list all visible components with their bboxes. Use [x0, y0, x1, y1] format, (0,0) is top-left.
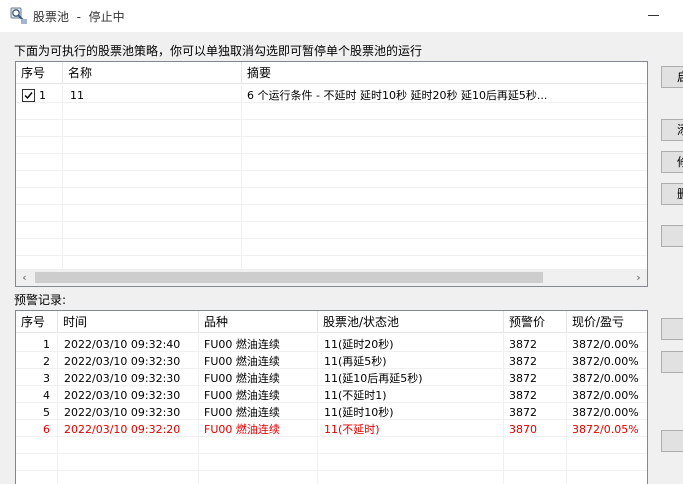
- row-alert-price: 3872: [509, 406, 537, 419]
- row-price-pnl: 3872/0.00%: [572, 389, 639, 402]
- row-symbol: FU00 燃油连续: [204, 355, 280, 368]
- row-symbol: FU00 燃油连续: [204, 406, 280, 419]
- row-alert-price: 3872: [509, 389, 537, 402]
- instruction-text: 下面为可执行的股票池策略，你可以单独取消勾选即可暂停单个股票池的运行: [14, 44, 423, 58]
- row-index: 3: [43, 372, 50, 385]
- row-price-pnl: 3872/0.00%: [572, 406, 639, 419]
- row-price-pnl: 3872/0.05%: [572, 423, 639, 436]
- row-pool: 11(延时20秒): [324, 338, 394, 351]
- scrollbar-thumb[interactable]: [35, 272, 543, 283]
- horizontal-scrollbar[interactable]: ‹ ›: [16, 269, 647, 286]
- row-pool: 11(不延时): [324, 423, 380, 436]
- row-index: 1: [43, 338, 50, 351]
- row-symbol: FU00 燃油连续: [204, 372, 280, 385]
- side-button-8[interactable]: [661, 430, 683, 452]
- row-index: 4: [43, 389, 50, 402]
- row-time: 2022/03/10 09:32:30: [64, 372, 181, 385]
- chevron-right-icon[interactable]: ›: [630, 269, 647, 286]
- side-button-7[interactable]: [661, 351, 683, 373]
- side-button-6[interactable]: [661, 318, 683, 340]
- row-price-pnl: 3872/0.00%: [572, 338, 639, 351]
- row-pool: 11(延10后再延5秒): [324, 372, 423, 385]
- row-price-pnl: 3872/0.00%: [572, 355, 639, 368]
- row-checkbox[interactable]: [22, 89, 35, 102]
- magnifier-stock-icon: [10, 7, 27, 24]
- row-time: 2022/03/10 09:32:30: [64, 406, 181, 419]
- column-header-symbol[interactable]: 品种: [199, 311, 318, 333]
- row-pool: 11(再延5秒): [324, 355, 387, 368]
- alert-table-header: 序号 时间 品种 股票池/状态池 预警价 现价/盈亏: [16, 311, 647, 333]
- column-header-alert-price[interactable]: 预警价: [504, 311, 567, 333]
- row-index: 1: [39, 89, 46, 102]
- side-button-delete[interactable]: 删: [661, 183, 683, 205]
- row-alert-price: 3870: [509, 423, 537, 436]
- checkmark-icon: [24, 92, 33, 100]
- column-header-name[interactable]: 名称: [63, 62, 242, 84]
- row-summary: 6 个运行条件 - 不延时 延时10秒 延时20秒 延10后再延5秒...: [247, 89, 548, 102]
- row-index: 5: [43, 406, 50, 419]
- column-header-summary[interactable]: 摘要: [242, 62, 647, 84]
- alert-records-label: 预警记录:: [14, 293, 67, 307]
- row-time: 2022/03/10 09:32:30: [64, 389, 181, 402]
- column-header-index[interactable]: 序号: [16, 311, 58, 333]
- column-header-pool[interactable]: 股票池/状态池: [318, 311, 504, 333]
- row-symbol: FU00 燃油连续: [204, 338, 280, 351]
- row-name: 11: [70, 89, 84, 102]
- minimize-icon[interactable]: [648, 15, 659, 16]
- row-pool: 11(延时10秒): [324, 406, 394, 419]
- title-bar: 股票池 - 停止中: [0, 0, 683, 32]
- row-alert-price: 3872: [509, 338, 537, 351]
- row-alert-price: 3872: [509, 355, 537, 368]
- column-header-index[interactable]: 序号: [16, 62, 63, 84]
- side-button-start[interactable]: 启: [661, 66, 683, 88]
- column-header-price-pnl[interactable]: 现价/盈亏: [567, 311, 647, 333]
- row-time: 2022/03/10 09:32:20: [64, 423, 181, 436]
- row-index: 2: [43, 355, 50, 368]
- chevron-left-icon[interactable]: ‹: [16, 269, 33, 286]
- row-symbol: FU00 燃油连续: [204, 423, 280, 436]
- row-alert-price: 3872: [509, 372, 537, 385]
- strategy-table-header: 序号 名称 摘要: [16, 62, 647, 84]
- strategy-table[interactable]: 序号 名称 摘要 1 11 6 个运行条件 - 不延时 延时10秒 延时20秒 …: [15, 61, 648, 287]
- alert-table[interactable]: 序号 时间 品种 股票池/状态池 预警价 现价/盈亏 1 2022/03/10 0…: [15, 310, 648, 484]
- side-button-5[interactable]: [661, 225, 683, 247]
- side-button-add[interactable]: 添: [661, 119, 683, 141]
- row-pool: 11(不延时1): [324, 389, 387, 402]
- column-header-time[interactable]: 时间: [58, 311, 199, 333]
- row-index: 6: [43, 423, 50, 436]
- row-symbol: FU00 燃油连续: [204, 389, 280, 402]
- row-time: 2022/03/10 09:32:30: [64, 355, 181, 368]
- row-time: 2022/03/10 09:32:40: [64, 338, 181, 351]
- side-button-edit[interactable]: 修: [661, 151, 683, 173]
- row-price-pnl: 3872/0.00%: [572, 372, 639, 385]
- window-title: 股票池 - 停止中: [33, 10, 125, 24]
